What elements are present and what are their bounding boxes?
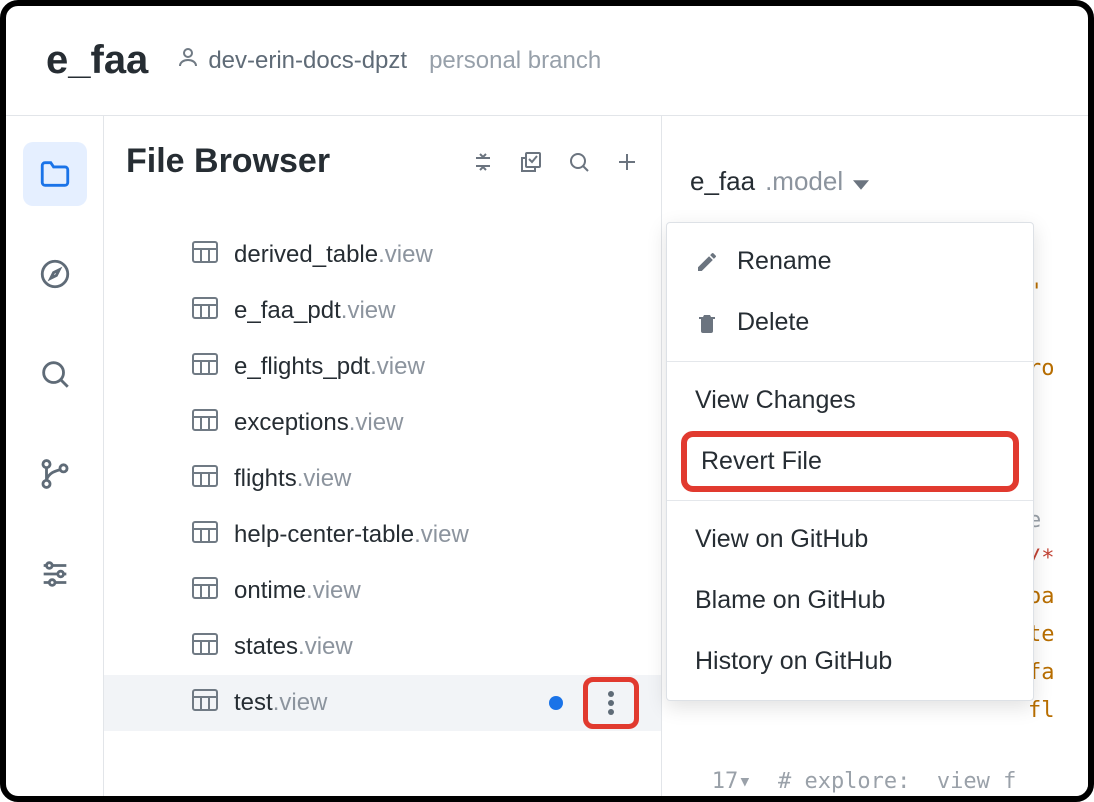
file-name: states.view bbox=[234, 633, 353, 661]
rail-git[interactable] bbox=[23, 442, 87, 506]
menu-rename[interactable]: Rename bbox=[667, 231, 1033, 292]
file-name: e_faa_pdt.view bbox=[234, 297, 395, 325]
menu-blame-github[interactable]: Blame on GitHub bbox=[667, 570, 1033, 631]
branch-selector[interactable]: dev-erin-docs-dpzt personal branch bbox=[176, 45, 601, 76]
view-file-icon bbox=[192, 465, 218, 494]
file-row-trailer bbox=[549, 677, 639, 729]
file-list: derived_table.view e_faa_pdt.view e_flight… bbox=[104, 201, 661, 796]
menu-separator-2 bbox=[667, 500, 1033, 501]
branch-name: dev-erin-docs-dpzt bbox=[208, 47, 407, 75]
file-name: exceptions.view bbox=[234, 409, 403, 437]
menu-revert-label: Revert File bbox=[701, 447, 822, 475]
menu-history-github[interactable]: History on GitHub bbox=[667, 631, 1033, 692]
file-row[interactable]: help-center-table.view bbox=[104, 507, 661, 563]
collapse-icon[interactable] bbox=[471, 150, 495, 174]
file-name: help-center-table.view bbox=[234, 521, 469, 549]
file-browser-toolbar bbox=[471, 150, 639, 174]
left-rail bbox=[6, 116, 104, 796]
bulk-select-icon[interactable] bbox=[519, 150, 543, 174]
rail-settings[interactable] bbox=[23, 542, 87, 606]
file-actions-button[interactable] bbox=[594, 686, 628, 720]
file-name: ontime.view bbox=[234, 577, 361, 605]
editor-tab[interactable]: e_faa .model bbox=[662, 146, 1088, 217]
rail-search[interactable] bbox=[23, 342, 87, 406]
file-name: derived_table.view bbox=[234, 241, 433, 269]
menu-blame-github-label: Blame on GitHub bbox=[695, 586, 885, 615]
menu-separator bbox=[667, 361, 1033, 362]
file-context-menu: Rename Delete View Changes Revert File V… bbox=[666, 222, 1034, 701]
file-row[interactable]: exceptions.view bbox=[104, 395, 661, 451]
view-file-icon bbox=[192, 689, 218, 718]
file-name: e_flights_pdt.view bbox=[234, 353, 425, 381]
file-browser-header: File Browser bbox=[104, 142, 661, 201]
user-icon bbox=[176, 45, 200, 76]
file-row[interactable]: e_flights_pdt.view bbox=[104, 339, 661, 395]
file-row[interactable]: states.view bbox=[104, 619, 661, 675]
file-row[interactable]: flights.view bbox=[104, 451, 661, 507]
tab-caret-icon bbox=[853, 166, 869, 197]
file-row[interactable]: ontime.view bbox=[104, 563, 661, 619]
view-file-icon bbox=[192, 353, 218, 382]
search-icon[interactable] bbox=[567, 150, 591, 174]
view-file-icon bbox=[192, 241, 218, 270]
code-peek: " ro e /* oa te fa fl bbox=[1028, 236, 1088, 768]
menu-delete-label: Delete bbox=[737, 308, 809, 337]
file-row[interactable]: test.view bbox=[104, 675, 661, 731]
add-icon[interactable] bbox=[615, 150, 639, 174]
menu-view-github[interactable]: View on GitHub bbox=[667, 509, 1033, 570]
view-file-icon bbox=[192, 577, 218, 606]
view-file-icon bbox=[192, 633, 218, 662]
file-browser-title: File Browser bbox=[126, 142, 471, 181]
menu-view-changes[interactable]: View Changes bbox=[667, 370, 1033, 431]
modified-dot-icon bbox=[549, 696, 563, 710]
branch-kind: personal branch bbox=[429, 47, 601, 75]
menu-view-changes-label: View Changes bbox=[695, 386, 856, 415]
code-bottom-line: 17▾ # explore: view f bbox=[662, 767, 1088, 796]
file-actions-highlight bbox=[583, 677, 639, 729]
file-row[interactable]: derived_table.view bbox=[104, 227, 661, 283]
app-window: e_faa dev-erin-docs-dpzt personal branch bbox=[0, 0, 1094, 802]
view-file-icon bbox=[192, 297, 218, 326]
rail-file-browser[interactable] bbox=[23, 142, 87, 206]
file-name: flights.view bbox=[234, 465, 351, 493]
tab-base: e_faa bbox=[690, 166, 755, 197]
rail-explore[interactable] bbox=[23, 242, 87, 306]
menu-history-github-label: History on GitHub bbox=[695, 647, 892, 676]
tab-ext: .model bbox=[765, 166, 843, 197]
file-row[interactable]: e_faa_pdt.view bbox=[104, 283, 661, 339]
file-browser-panel: File Browser derived_table.view e_faa_pdt… bbox=[104, 116, 662, 796]
menu-revert-file[interactable]: Revert File bbox=[681, 431, 1019, 492]
view-file-icon bbox=[192, 521, 218, 550]
menu-delete[interactable]: Delete bbox=[667, 292, 1033, 353]
view-file-icon bbox=[192, 409, 218, 438]
project-title: e_faa bbox=[46, 38, 148, 83]
file-name: test.view bbox=[234, 689, 327, 717]
header-bar: e_faa dev-erin-docs-dpzt personal branch bbox=[6, 6, 1088, 116]
menu-view-github-label: View on GitHub bbox=[695, 525, 868, 554]
menu-rename-label: Rename bbox=[737, 247, 832, 276]
